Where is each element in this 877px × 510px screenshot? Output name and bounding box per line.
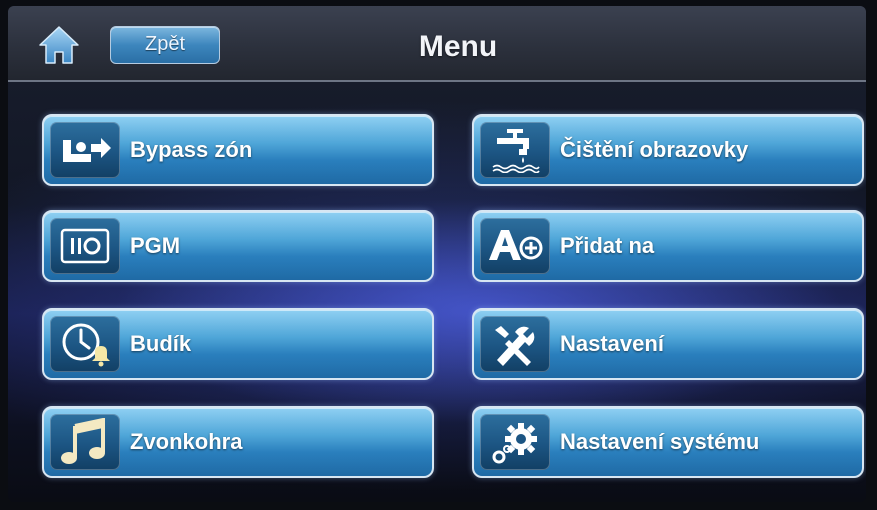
- menu-item-label: Přidat na: [560, 233, 655, 258]
- menu-item-alarm-clock[interactable]: Budík: [42, 308, 434, 380]
- home-button[interactable]: [38, 24, 80, 66]
- back-button[interactable]: Zpět: [110, 26, 220, 64]
- menu-item-label: Bypass zón: [130, 137, 253, 162]
- screen: Zpět Menu Bypass zón Čištění obrazovky P…: [8, 6, 866, 502]
- icon-container: [480, 414, 550, 470]
- menu-item-label: Nastavení systému: [560, 429, 760, 454]
- tools-icon: [495, 326, 535, 366]
- icon-container: [50, 122, 120, 178]
- icon-container: [50, 218, 120, 274]
- menu-item-settings[interactable]: Nastavení: [472, 308, 864, 380]
- menu-item-bypass-zones[interactable]: Bypass zón: [42, 114, 434, 186]
- menu-item-system-settings[interactable]: Nastavení systému: [472, 406, 864, 478]
- bypass-zone-icon: [63, 138, 111, 162]
- header-bar: Zpět Menu: [8, 6, 866, 82]
- menu-item-label: Zvonkohra: [130, 429, 243, 454]
- icon-container: [480, 316, 550, 372]
- icon-container: [50, 316, 120, 372]
- menu-item-label: Nastavení: [560, 331, 664, 356]
- page-title: Menu: [418, 30, 498, 63]
- icon-container: [480, 122, 550, 178]
- menu-item-label: PGM: [130, 233, 181, 258]
- icon-container: [480, 218, 550, 274]
- menu-item-label: Čištění obrazovky: [560, 137, 749, 162]
- menu-item-label: Budík: [130, 331, 192, 356]
- music-note-icon: [61, 418, 105, 464]
- menu-item-pgm[interactable]: PGM: [42, 210, 434, 282]
- icon-container: [50, 414, 120, 470]
- alarm-clock-icon: [62, 323, 110, 367]
- pgm-icon: [60, 228, 110, 264]
- menu-item-add-to[interactable]: Přidat na: [472, 210, 864, 282]
- menu-item-chime[interactable]: Zvonkohra: [42, 406, 434, 478]
- screen-cleaning-icon: [492, 129, 540, 173]
- system-settings-icon: [492, 423, 537, 464]
- home-icon: [39, 26, 79, 64]
- menu-item-screen-cleaning[interactable]: Čištění obrazovky: [472, 114, 864, 186]
- add-to-icon: [489, 230, 543, 260]
